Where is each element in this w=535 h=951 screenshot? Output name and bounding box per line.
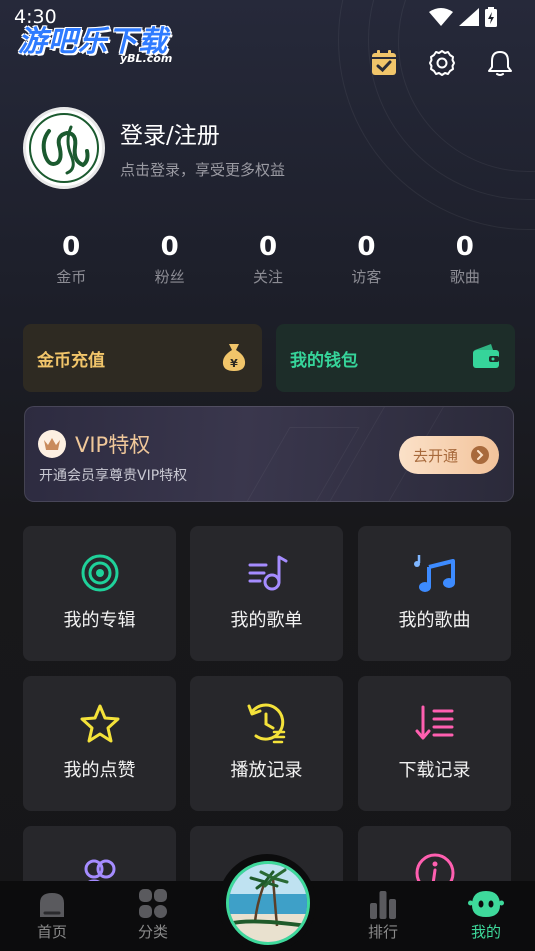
tile-label: 我的歌曲 bbox=[398, 610, 471, 631]
download-history-tile[interactable]: 下载记录 bbox=[358, 676, 511, 811]
stat-visitors[interactable]: 0 访客 bbox=[317, 230, 415, 287]
tile-label: 我的歌单 bbox=[230, 610, 303, 631]
activate-vip-label: 去开通 bbox=[413, 446, 459, 465]
tile-label: 我的专辑 bbox=[63, 610, 136, 631]
now-playing-disc[interactable] bbox=[226, 861, 310, 945]
my-songs-tile[interactable]: 我的歌曲 bbox=[358, 526, 511, 661]
mine-face-icon bbox=[446, 881, 526, 919]
stat-label: 访客 bbox=[351, 268, 382, 286]
tab-category[interactable]: 分类 bbox=[113, 881, 193, 951]
stat-coins[interactable]: 0 金币 bbox=[22, 230, 120, 287]
crown-icon bbox=[38, 430, 66, 458]
my-albums-tile[interactable]: 我的专辑 bbox=[23, 526, 176, 661]
stat-value: 0 bbox=[62, 232, 81, 262]
tab-home[interactable]: 首页 bbox=[12, 881, 92, 951]
vip-title: VIP特权 bbox=[75, 433, 151, 457]
wallet-icon bbox=[471, 342, 501, 374]
coin-recharge-button[interactable]: 金币充值 ¥ bbox=[23, 324, 262, 392]
watermark-logo: 游吧乐下载 yBL.com bbox=[18, 24, 173, 65]
stat-fans[interactable]: 0 粉丝 bbox=[120, 230, 218, 287]
bar-chart-icon bbox=[343, 881, 423, 919]
stat-label: 关注 bbox=[253, 268, 284, 286]
home-icon bbox=[12, 881, 92, 919]
stat-value: 0 bbox=[160, 232, 179, 262]
stat-label: 粉丝 bbox=[154, 268, 185, 286]
my-wallet-label: 我的钱包 bbox=[290, 350, 358, 371]
money-bag-icon: ¥ bbox=[220, 342, 248, 376]
activate-vip-button[interactable]: 去开通 bbox=[399, 436, 499, 474]
stat-value: 0 bbox=[357, 232, 376, 262]
stat-value: 0 bbox=[258, 232, 278, 262]
tab-label: 分类 bbox=[137, 923, 168, 941]
coin-recharge-label: 金币充值 bbox=[37, 350, 105, 371]
tile-label: 下载记录 bbox=[398, 760, 471, 781]
playlist-icon bbox=[190, 551, 343, 595]
vip-banner[interactable]: VIP特权 开通会员享尊贵VIP特权 去开通 bbox=[24, 406, 514, 502]
wallet-row: 金币充值 ¥ 我的钱包 bbox=[23, 324, 515, 392]
battery-icon bbox=[485, 7, 497, 27]
stats-row: 0 金币 0 粉丝 0 关注 0 访客 0 歌曲 bbox=[22, 230, 514, 287]
login-register-link[interactable]: 登录/注册 bbox=[120, 116, 220, 150]
svg-text:¥: ¥ bbox=[230, 357, 238, 370]
default-avatar-logo-icon bbox=[29, 113, 99, 183]
header-actions bbox=[369, 48, 515, 78]
stat-label: 金币 bbox=[56, 268, 87, 286]
tab-label: 首页 bbox=[36, 923, 67, 941]
my-likes-tile[interactable]: 我的点赞 bbox=[23, 676, 176, 811]
wifi-icon bbox=[429, 8, 453, 26]
category-grid-icon bbox=[113, 881, 193, 919]
star-icon bbox=[23, 701, 176, 745]
arrow-right-icon bbox=[471, 446, 489, 464]
stat-following[interactable]: 0 关注 bbox=[219, 230, 317, 287]
stat-songs[interactable]: 0 歌曲 bbox=[416, 230, 514, 287]
signal-icon bbox=[459, 8, 479, 26]
tab-label: 我的 bbox=[470, 923, 501, 941]
my-wallet-button[interactable]: 我的钱包 bbox=[276, 324, 515, 392]
bell-icon[interactable] bbox=[485, 48, 515, 78]
album-cover-image bbox=[229, 864, 307, 942]
avatar[interactable] bbox=[23, 107, 105, 189]
tab-label: 排行 bbox=[367, 923, 398, 941]
tile-label: 我的点赞 bbox=[63, 760, 136, 781]
tile-label: 播放记录 bbox=[230, 760, 303, 781]
gear-icon[interactable] bbox=[427, 48, 457, 78]
history-icon bbox=[190, 701, 343, 745]
system-icons bbox=[429, 7, 497, 27]
tab-mine[interactable]: 我的 bbox=[446, 881, 526, 951]
stat-label: 歌曲 bbox=[449, 268, 480, 286]
vip-subtitle: 开通会员享尊贵VIP特权 bbox=[39, 468, 188, 484]
checkin-calendar-icon[interactable] bbox=[369, 48, 399, 78]
tab-rank[interactable]: 排行 bbox=[343, 881, 423, 951]
play-history-tile[interactable]: 播放记录 bbox=[190, 676, 343, 811]
download-list-icon bbox=[358, 701, 511, 745]
music-note-icon bbox=[358, 551, 511, 595]
album-icon bbox=[23, 551, 176, 595]
my-playlists-tile[interactable]: 我的歌单 bbox=[190, 526, 343, 661]
login-subtitle: 点击登录，享受更多权益 bbox=[120, 161, 286, 179]
stat-value: 0 bbox=[455, 232, 474, 262]
